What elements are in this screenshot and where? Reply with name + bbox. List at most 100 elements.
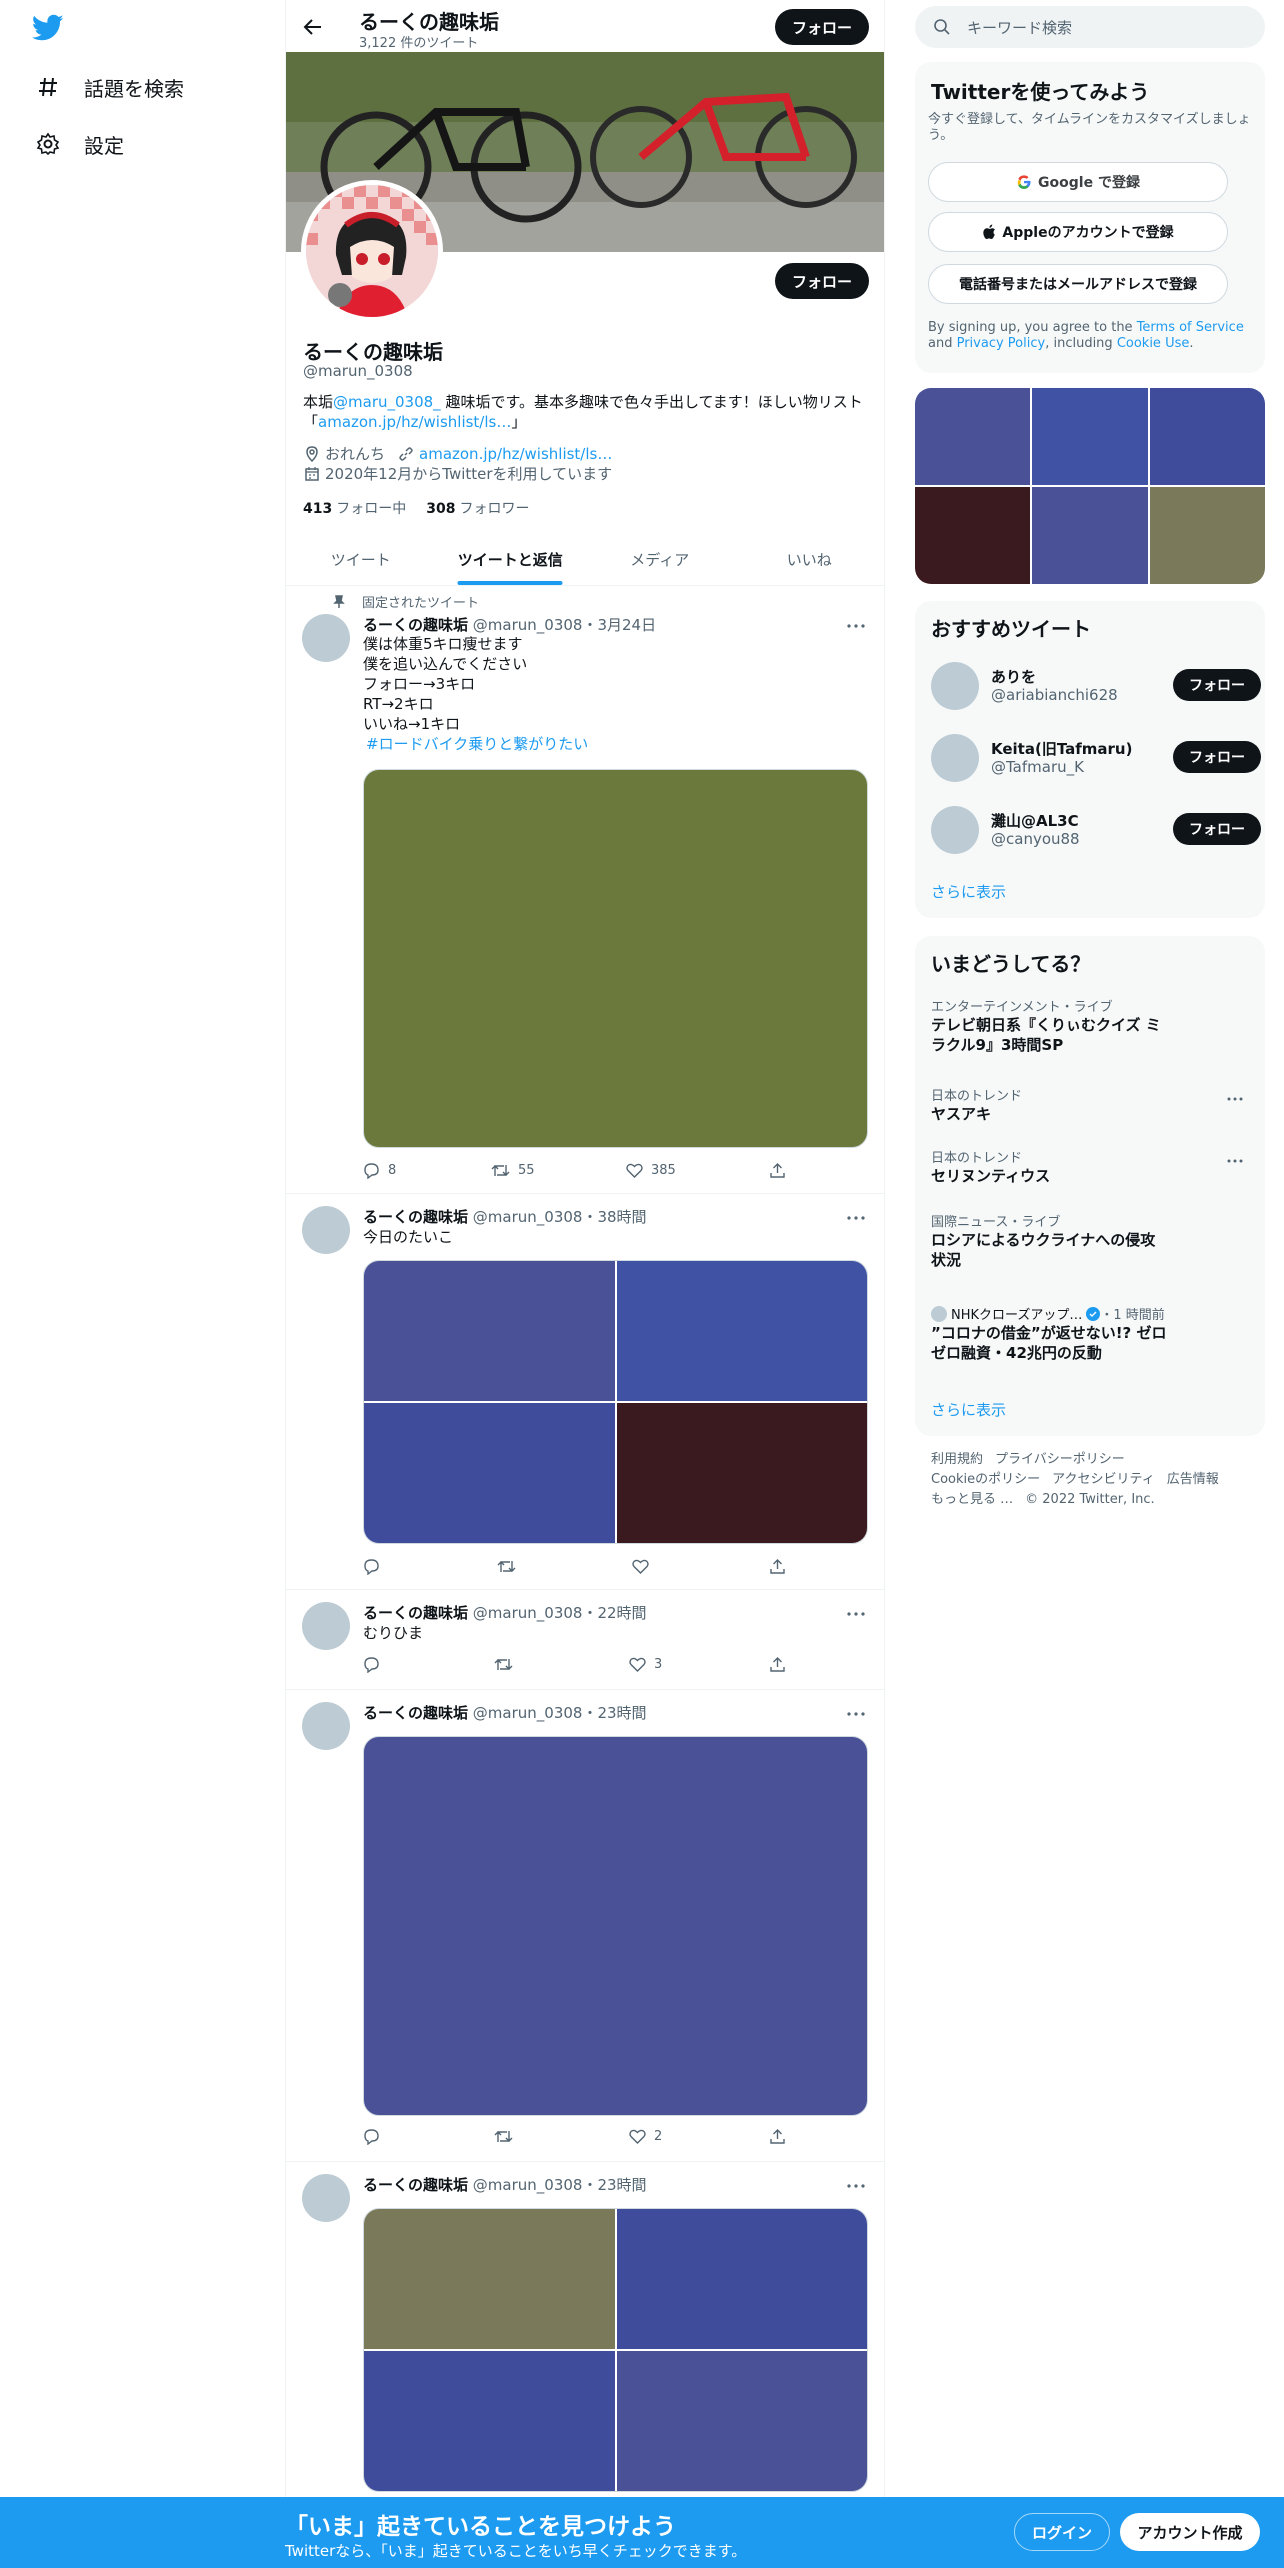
tweet-image[interactable] <box>364 1403 615 1543</box>
search-input[interactable]: キーワード検索 <box>915 6 1265 48</box>
profile-website-link[interactable]: amazon.jp/hz/wishlist/ls… <box>419 445 612 463</box>
media-thumbnail[interactable] <box>1032 487 1148 584</box>
login-button[interactable]: ログイン <box>1014 2513 1110 2551</box>
trend-news-item[interactable]: NHKクローズアップ… ・1 時間前 ”コロナの借金”が返せない!? ゼロゼロ融… <box>931 1304 1251 1363</box>
follow-button[interactable]: フォロー <box>1173 741 1261 773</box>
tweet-avatar[interactable] <box>302 1702 350 1750</box>
bio-mention-link[interactable]: @maru_0308_ <box>333 393 441 411</box>
more-options-icon[interactable] <box>846 1704 866 1724</box>
tweet-image[interactable] <box>616 1261 867 1401</box>
share-button[interactable] <box>769 1656 794 1673</box>
signup-button[interactable]: アカウント作成 <box>1120 2513 1260 2551</box>
tweet-avatar[interactable] <box>302 1206 350 1254</box>
share-button[interactable] <box>769 1162 794 1179</box>
header-follow-button[interactable]: フォロー <box>775 9 869 45</box>
recommended-user[interactable]: Keita(旧Tafmaru) @Tafmaru_K フォロー <box>931 734 1261 786</box>
tab-tweets-and-replies[interactable]: ツイートと返信 <box>436 534 586 585</box>
media-thumbnail[interactable] <box>1032 388 1148 485</box>
twitter-logo-icon[interactable] <box>31 14 64 42</box>
tab-likes[interactable]: いいね <box>735 534 885 585</box>
profile-avatar[interactable] <box>301 180 443 322</box>
reply-button[interactable] <box>363 1656 388 1673</box>
more-options-icon[interactable] <box>846 2176 866 2196</box>
footer-link[interactable]: もっと見る … <box>931 1492 1013 1507</box>
bio-wishlist-link[interactable]: amazon.jp/hz/wishlist/ls… <box>318 413 511 431</box>
reply-button[interactable] <box>363 2128 388 2145</box>
tweet-avatar[interactable] <box>302 1602 350 1650</box>
tweet-author-name[interactable]: るーくの趣味垢 <box>363 1208 468 1226</box>
tweet-image[interactable] <box>616 2351 867 2491</box>
following-stat[interactable]: 413 フォロー中 <box>303 498 406 518</box>
tweet[interactable]: るーくの趣味垢 @marun_0308・22時間 むりひま 3 <box>286 1590 884 1690</box>
share-button[interactable] <box>769 2128 794 2145</box>
tweet-meta[interactable]: @marun_0308・23時間 <box>473 1704 647 1722</box>
back-arrow-icon[interactable] <box>298 12 328 42</box>
avatar[interactable] <box>931 806 979 854</box>
footer-link[interactable]: プライバシーポリシー <box>995 1452 1125 1467</box>
tweet-pinned[interactable]: 固定されたツイート るーくの趣味垢 @marun_0308・3月24日 僕は体重… <box>286 586 884 1194</box>
profile-follow-button[interactable]: フォロー <box>775 263 869 299</box>
footer-link[interactable]: 利用規約 <box>931 1452 983 1467</box>
hashtag-link[interactable]: #ロードバイク乗りと繋がりたい <box>366 734 863 754</box>
recommended-user[interactable]: 灘山@AL3C @canyou88 フォロー <box>931 806 1261 858</box>
more-options-icon[interactable] <box>1225 1091 1245 1107</box>
tab-tweets[interactable]: ツイート <box>286 534 436 585</box>
followers-stat[interactable]: 308 フォロワー <box>426 498 529 518</box>
tab-media[interactable]: メディア <box>585 534 735 585</box>
like-button[interactable]: 2 <box>629 2128 662 2145</box>
more-options-icon[interactable] <box>846 1604 866 1624</box>
show-more-link[interactable]: さらに表示 <box>931 881 1006 902</box>
recommended-user[interactable]: ありを @ariabianchi628 フォロー <box>931 662 1261 714</box>
tweet-image[interactable] <box>364 1261 615 1401</box>
tweet-avatar[interactable] <box>302 614 350 662</box>
nav-explore[interactable]: 話題を検索 <box>34 67 184 107</box>
google-signup-button[interactable]: Google で登録 <box>928 162 1228 202</box>
tweet-author-name[interactable]: るーくの趣味垢 <box>363 616 468 634</box>
tweet-meta[interactable]: @marun_0308・23時間 <box>473 2176 647 2194</box>
tweet-image[interactable] <box>616 2209 867 2349</box>
trend-item[interactable]: 日本のトレンド セリヌンティウス <box>931 1147 1251 1186</box>
media-thumbnail[interactable] <box>915 487 1031 584</box>
apple-signup-button[interactable]: Appleのアカウントで登録 <box>928 212 1228 252</box>
avatar[interactable] <box>931 662 979 710</box>
reply-button[interactable]: 8 <box>363 1162 396 1179</box>
nav-settings[interactable]: 設定 <box>34 124 124 164</box>
more-options-icon[interactable] <box>1225 1153 1245 1169</box>
tweet-author-name[interactable]: るーくの趣味垢 <box>363 2176 468 2194</box>
show-more-link[interactable]: さらに表示 <box>931 1399 1006 1420</box>
retweet-button[interactable] <box>497 1558 524 1575</box>
tweet-meta[interactable]: @marun_0308・22時間 <box>473 1604 647 1622</box>
trend-item[interactable]: 国際ニュース・ライブ ロシアによるウクライナへの侵攻状況 <box>931 1211 1251 1270</box>
trend-item[interactable]: 日本のトレンド ヤスアキ <box>931 1085 1251 1124</box>
phone-email-signup-button[interactable]: 電話番号またはメールアドレスで登録 <box>928 264 1228 304</box>
follow-button[interactable]: フォロー <box>1173 669 1261 701</box>
retweet-button[interactable] <box>494 2128 521 2145</box>
tweet-image[interactable] <box>363 1736 868 2116</box>
privacy-policy-link[interactable]: Privacy Policy <box>957 336 1046 351</box>
footer-link[interactable]: Cookieのポリシー <box>931 1472 1040 1487</box>
tweet[interactable]: るーくの趣味垢 @marun_0308・23時間 <box>286 2162 884 2500</box>
like-button[interactable]: 385 <box>626 1162 676 1179</box>
tweet[interactable]: るーくの趣味垢 @marun_0308・38時間 今日のたいこ <box>286 1194 884 1590</box>
footer-link[interactable]: アクセシビリティ <box>1052 1472 1155 1487</box>
media-thumbnail[interactable] <box>1149 388 1265 485</box>
more-options-icon[interactable] <box>846 1208 866 1228</box>
more-options-icon[interactable] <box>846 616 866 636</box>
tweet-author-name[interactable]: るーくの趣味垢 <box>363 1604 468 1622</box>
reply-button[interactable] <box>363 1558 388 1575</box>
terms-of-service-link[interactable]: Terms of Service <box>1137 320 1244 335</box>
cookie-use-link[interactable]: Cookie Use <box>1117 336 1190 351</box>
retweet-button[interactable] <box>494 1656 521 1673</box>
tweet-author-name[interactable]: るーくの趣味垢 <box>363 1704 468 1722</box>
tweet-image[interactable] <box>364 2209 615 2349</box>
tweet-image[interactable] <box>616 1403 867 1543</box>
tweet-meta[interactable]: @marun_0308・38時間 <box>473 1208 647 1226</box>
like-button[interactable] <box>632 1558 657 1575</box>
media-thumbnail[interactable] <box>1149 487 1265 584</box>
tweet-image[interactable] <box>363 769 868 1148</box>
tweet-meta[interactable]: @marun_0308・3月24日 <box>473 616 656 634</box>
like-button[interactable]: 3 <box>629 1656 662 1673</box>
media-thumbnail[interactable] <box>915 388 1031 485</box>
trend-item[interactable]: エンターテインメント・ライブ テレビ朝日系『くりぃむクイズ ミラクル9』3時間S… <box>931 996 1251 1055</box>
follow-button[interactable]: フォロー <box>1173 813 1261 845</box>
